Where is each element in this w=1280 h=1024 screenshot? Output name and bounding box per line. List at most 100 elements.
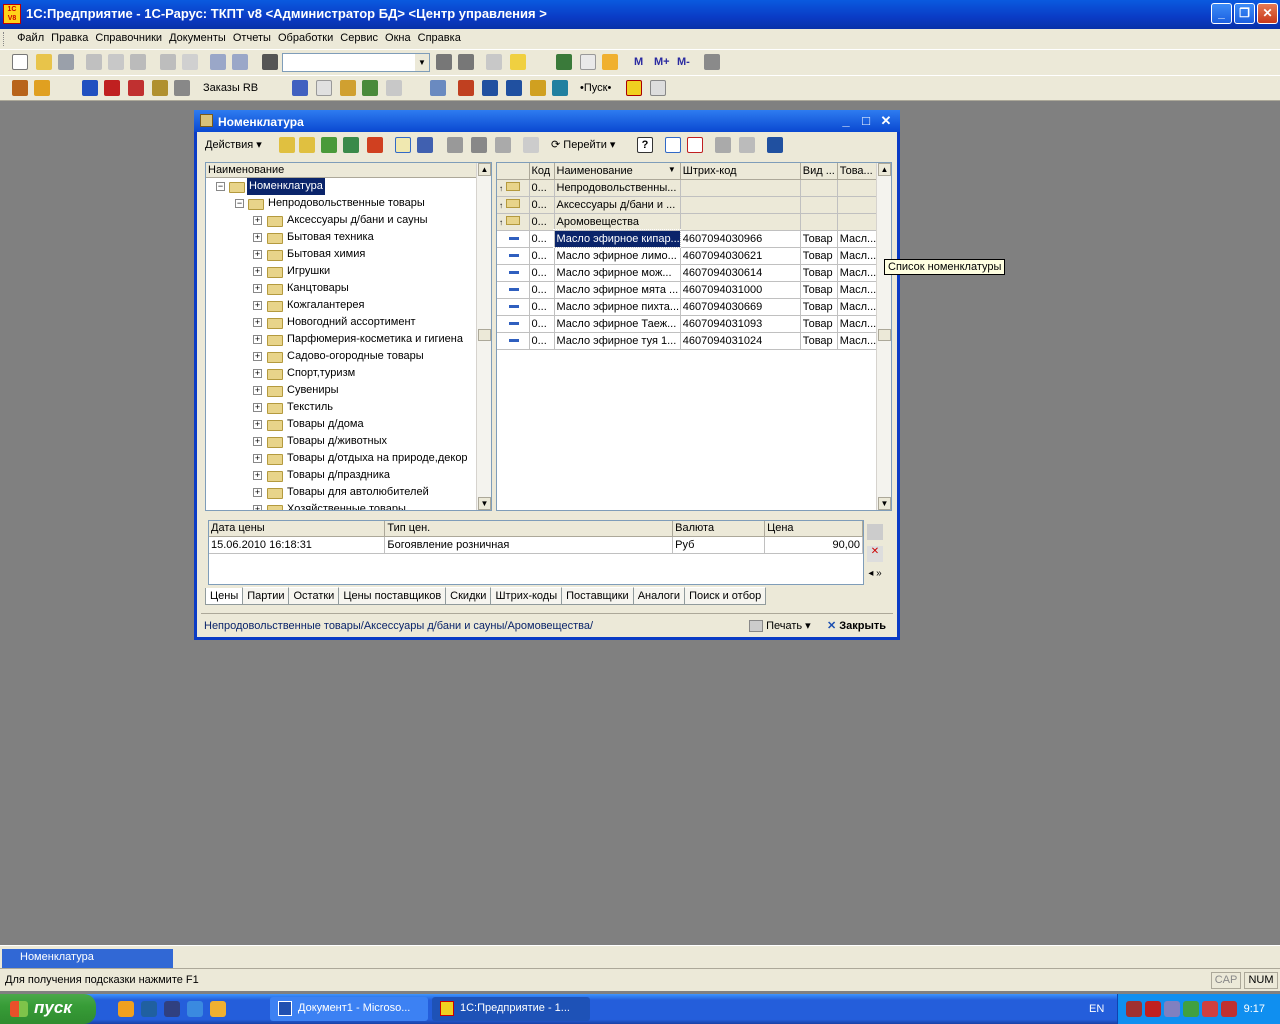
paste-icon[interactable] xyxy=(130,54,146,70)
tree-node-item[interactable]: + Хозяйственные товары xyxy=(206,501,491,510)
sort-dropdown-icon[interactable]: ▼ xyxy=(668,165,676,174)
item-name[interactable]: Масло эфирное пихта... xyxy=(554,298,681,316)
cash-register-icon[interactable] xyxy=(430,80,446,96)
menu-edit[interactable]: Правка xyxy=(49,29,90,44)
item-row[interactable]: 0... Масло эфирное мята ... 4607094031000 Т… xyxy=(497,281,879,299)
tab-5[interactable]: Штрих-коды xyxy=(490,587,563,605)
grid-col-barcode[interactable]: Штрих-код xyxy=(680,163,801,180)
level-up-icon[interactable] xyxy=(417,137,433,153)
copy-icon[interactable] xyxy=(108,54,124,70)
print-button[interactable]: Печать ▾ xyxy=(749,619,811,633)
item-barcode[interactable]: 4607094031000 xyxy=(680,281,801,299)
tree-view-icon[interactable] xyxy=(665,137,681,153)
tab-6[interactable]: Поставщики xyxy=(561,587,634,605)
item-code[interactable]: 0... xyxy=(529,332,555,350)
item-type[interactable]: Масл... xyxy=(837,298,879,316)
orders-rb-button[interactable]: Заказы RB xyxy=(203,82,258,94)
tab-1[interactable]: Партии xyxy=(242,587,290,605)
item-code[interactable]: 0... xyxy=(529,230,555,248)
windows-icon[interactable] xyxy=(486,54,502,70)
item-code[interactable]: 0... xyxy=(529,264,555,282)
tree-node-item[interactable]: + Кожгалантерея xyxy=(206,297,491,314)
grid-col-code[interactable]: Код xyxy=(529,163,555,180)
grid-scrollbar[interactable]: ▲ ▼ xyxy=(876,163,891,510)
people-icon[interactable] xyxy=(34,80,50,96)
memory-plus-button[interactable]: М+ xyxy=(654,56,670,68)
search-input[interactable]: ▼ xyxy=(282,53,430,72)
mark-delete-icon[interactable] xyxy=(687,137,703,153)
tray-icon-4[interactable] xyxy=(1183,1001,1199,1017)
tray-icon-6[interactable] xyxy=(1221,1001,1237,1017)
item-row[interactable]: 0... Масло эфирное туя 1... 4607094031024 Т… xyxy=(497,332,879,350)
close-button[interactable]: ✕ xyxy=(1257,3,1278,24)
window-minimize-button[interactable]: _ xyxy=(838,113,854,129)
item-kind[interactable]: Товар xyxy=(800,281,838,299)
minimize-button[interactable]: _ xyxy=(1211,3,1232,24)
window-tab-nomenclature[interactable]: Номенклатура xyxy=(2,949,173,968)
find-next-icon[interactable] xyxy=(436,54,452,70)
memory-minus-button[interactable]: М- xyxy=(677,56,690,68)
print-icon[interactable] xyxy=(160,54,176,70)
doc-up-icon[interactable] xyxy=(292,80,308,96)
start-button[interactable]: пуск xyxy=(0,994,96,1024)
expand-icon[interactable]: + xyxy=(253,250,262,259)
item-kind[interactable]: Товар xyxy=(800,264,838,282)
printer-icon[interactable] xyxy=(552,80,568,96)
item-kind[interactable]: Товар xyxy=(800,247,838,265)
clear-filter-icon[interactable] xyxy=(523,137,539,153)
expand-icon[interactable]: + xyxy=(253,403,262,412)
expand-icon[interactable]: + xyxy=(253,454,262,463)
item-kind[interactable]: Товар xyxy=(800,315,838,333)
item-type[interactable]: Масл... xyxy=(837,332,879,350)
item-barcode[interactable]: 4607094031093 xyxy=(680,315,801,333)
prices-more-icon[interactable]: ◂ » xyxy=(867,568,883,584)
users-icon[interactable] xyxy=(602,54,618,70)
scales-icon[interactable] xyxy=(530,80,546,96)
expand-icon[interactable]: + xyxy=(253,216,262,225)
prices-clear-filter-icon[interactable]: ✕ xyxy=(867,546,883,562)
group-row[interactable]: ↑ 0... Непродовольственны... xyxy=(497,179,879,197)
tab-3[interactable]: Цены поставщиков xyxy=(338,587,447,605)
tree-node-item[interactable]: + Новогодний ассортимент xyxy=(206,314,491,331)
tree-node-item[interactable]: + Игрушки xyxy=(206,263,491,280)
item-row[interactable]: 0... Масло эфирное пихта... 4607094030669 Т… xyxy=(497,298,879,316)
menu-file[interactable]: Файл xyxy=(15,29,46,44)
item-type[interactable]: Масл... xyxy=(837,264,879,282)
tree-node-item[interactable]: + Спорт,туризм xyxy=(206,365,491,382)
prices-col-price[interactable]: Цена xyxy=(764,521,863,537)
item-name[interactable]: Масло эфирное Таеж... xyxy=(554,315,681,333)
price-date[interactable]: 15.06.2010 16:18:31 xyxy=(209,536,386,554)
grid-col-kind[interactable]: Вид ... xyxy=(800,163,838,180)
quicklaunch-browser-icon[interactable] xyxy=(118,1001,134,1017)
scroll-down-icon[interactable]: ▼ xyxy=(878,497,891,510)
scroll-down-icon[interactable]: ▼ xyxy=(478,497,491,510)
expand-icon[interactable]: + xyxy=(253,352,262,361)
menu-reports[interactable]: Отчеты xyxy=(231,29,273,44)
tree-scrollbar[interactable]: ▲ ▼ xyxy=(476,163,491,510)
tree-node-item[interactable]: + Товары д/животных xyxy=(206,433,491,450)
prices-filter-icon[interactable] xyxy=(867,524,883,540)
grid-col-type[interactable]: Това... xyxy=(837,163,879,180)
prices-col-date[interactable]: Дата цены xyxy=(209,521,386,537)
task-word[interactable]: Документ1 - Microso... xyxy=(270,997,428,1021)
tools-icon[interactable] xyxy=(704,54,720,70)
preview-icon[interactable] xyxy=(182,54,198,70)
find-icon[interactable] xyxy=(262,54,278,70)
outgoing-icon[interactable] xyxy=(104,80,120,96)
calendar-icon[interactable] xyxy=(580,54,596,70)
item-code[interactable]: 0... xyxy=(529,247,555,265)
item-row[interactable]: 0... Масло эфирное Таеж... 4607094031093 То… xyxy=(497,315,879,333)
item-code[interactable]: 0... xyxy=(529,281,555,299)
item-code[interactable]: 0... xyxy=(529,315,555,333)
tree-node-item[interactable]: + Бытовая химия xyxy=(206,246,491,263)
tab-2[interactable]: Остатки xyxy=(288,587,340,605)
restore-button[interactable]: ❐ xyxy=(1234,3,1255,24)
expand-icon[interactable]: + xyxy=(253,420,262,429)
item-barcode[interactable]: 4607094030614 xyxy=(680,264,801,282)
item-kind[interactable]: Товар xyxy=(800,298,838,316)
tree-node-item[interactable]: + Сувениры xyxy=(206,382,491,399)
write-off-icon[interactable] xyxy=(128,80,144,96)
expand-icon[interactable]: + xyxy=(253,369,262,378)
doc-list-icon[interactable] xyxy=(316,80,332,96)
open-icon[interactable] xyxy=(36,54,52,70)
